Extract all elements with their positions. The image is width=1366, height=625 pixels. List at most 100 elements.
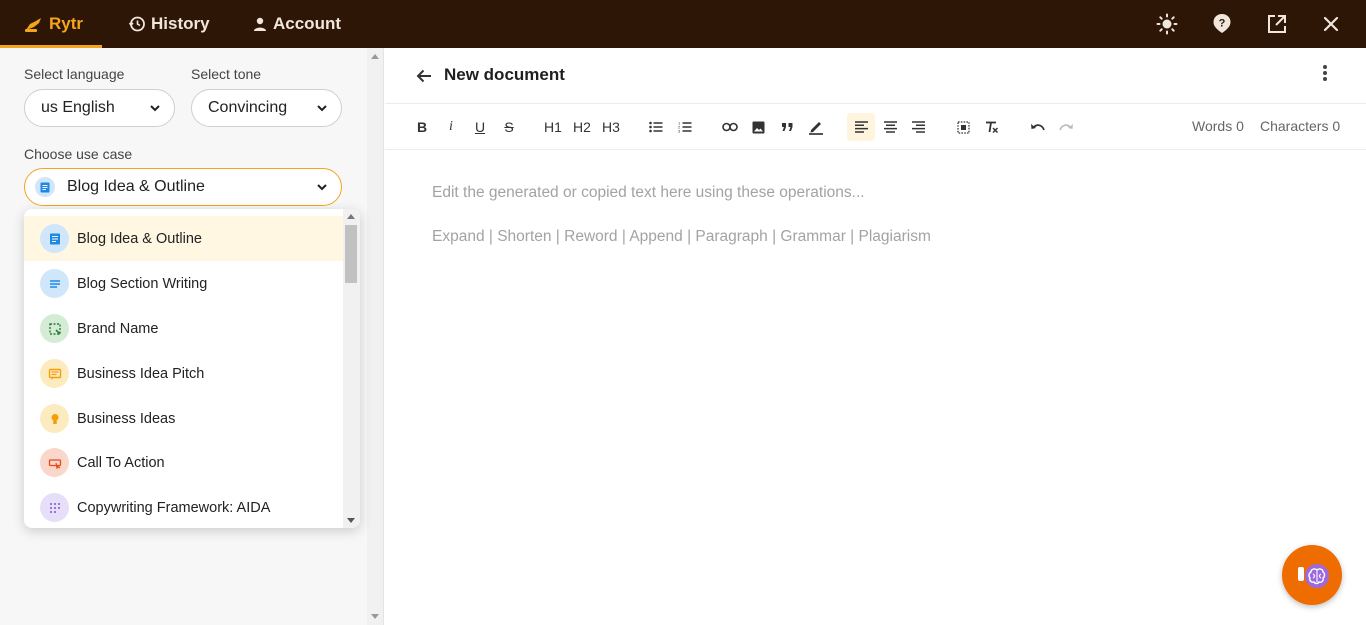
document-icon	[40, 224, 69, 253]
usecase-value: Blog Idea & Outline	[67, 178, 205, 195]
word-count: Words 0	[1192, 118, 1244, 134]
align-left-icon	[854, 121, 868, 133]
heading3-button[interactable]: H3	[599, 113, 623, 141]
usecase-select[interactable]: Blog Idea & Outline	[24, 168, 342, 206]
help-button[interactable]: ?	[1210, 12, 1234, 36]
more-vert-icon[interactable]	[1322, 64, 1328, 82]
tab-label: Rytr	[49, 14, 84, 33]
image-icon	[752, 121, 764, 133]
list-item-copywriting-aida[interactable]: Copywriting Framework: AIDA	[24, 485, 343, 528]
heading1-button[interactable]: H1	[541, 113, 565, 141]
svg-text:?: ?	[1219, 18, 1226, 30]
close-button[interactable]	[1319, 12, 1343, 36]
scroll-down-arrow-icon[interactable]	[371, 614, 379, 619]
underline-button[interactable]: U	[468, 113, 492, 141]
theme-toggle-button[interactable]	[1155, 12, 1179, 36]
tab-label: Account	[273, 14, 341, 33]
scroll-up-arrow-icon[interactable]	[347, 214, 355, 219]
top-navigation-bar: Rytr History Account ?	[0, 0, 1366, 48]
document-title[interactable]: New document	[444, 65, 565, 85]
open-external-icon	[1268, 15, 1286, 33]
tab-label: History	[151, 14, 210, 33]
list-item-blog-idea-outline[interactable]: Blog Idea & Outline	[24, 216, 343, 261]
history-icon	[128, 16, 145, 32]
redo-button[interactable]	[1054, 113, 1078, 141]
chevron-down-icon	[317, 105, 327, 112]
highlight-color-button[interactable]	[804, 113, 828, 141]
tab-rytr[interactable]: Rytr	[0, 0, 102, 48]
blockquote-button[interactable]	[775, 113, 799, 141]
open-external-button[interactable]	[1265, 12, 1289, 36]
lightbulb-icon	[40, 404, 69, 433]
heading2-button[interactable]: H2	[570, 113, 594, 141]
language-value: us English	[41, 99, 115, 116]
usecase-dropdown-list: Blog Idea & Outline Blog Section Writing…	[24, 209, 360, 528]
redo-icon	[1058, 123, 1073, 130]
list-item-label: Business Ideas	[77, 410, 176, 427]
close-icon	[1323, 16, 1339, 32]
svg-text:3: 3	[678, 129, 681, 134]
select-all-icon	[956, 120, 970, 134]
editor-toolbar: B i U S H1 H2 H3 123 Words 0 Characters …	[385, 104, 1366, 150]
tab-account[interactable]: Account	[252, 0, 341, 48]
tone-label: Select tone	[191, 66, 262, 82]
editor-placeholder-line2[interactable]: Expand | Shorten | Reword | Append | Par…	[432, 228, 931, 246]
chevron-down-icon	[150, 105, 160, 112]
scroll-up-arrow-icon[interactable]	[371, 54, 379, 59]
list-item-business-ideas[interactable]: Business Ideas	[24, 396, 343, 441]
language-label: Select language	[24, 66, 125, 82]
undo-button[interactable]	[1025, 113, 1049, 141]
assistant-floating-button[interactable]	[1282, 545, 1342, 605]
scrollbar-thumb[interactable]	[345, 225, 357, 283]
link-icon	[722, 122, 738, 132]
align-center-button[interactable]	[878, 113, 902, 141]
align-center-icon	[883, 121, 897, 133]
insert-image-button[interactable]	[746, 113, 770, 141]
document-header: New document	[385, 48, 1366, 104]
quote-icon	[781, 123, 792, 131]
tone-select[interactable]: Convincing	[191, 89, 342, 127]
clear-format-icon	[986, 121, 999, 133]
grid-dots-icon	[40, 493, 69, 522]
strikethrough-button[interactable]: S	[497, 113, 521, 141]
language-select[interactable]: us English	[24, 89, 175, 127]
list-item-call-to-action[interactable]: Call To Action	[24, 440, 343, 485]
list-item-label: Brand Name	[77, 320, 159, 337]
italic-button[interactable]: i	[439, 113, 463, 141]
list-item-label: Blog Section Writing	[77, 275, 208, 292]
align-right-icon	[911, 121, 925, 133]
editor-placeholder-line1[interactable]: Edit the generated or copied text here u…	[432, 184, 865, 202]
back-arrow-icon[interactable]	[415, 67, 433, 85]
align-left-button[interactable]	[847, 113, 875, 141]
scroll-down-arrow-icon[interactable]	[347, 518, 355, 523]
character-count: Characters 0	[1260, 118, 1341, 134]
theme-sun-icon	[1156, 13, 1178, 35]
message-icon	[40, 359, 69, 388]
chevron-down-icon	[317, 184, 327, 191]
list-item-blog-section-writing[interactable]: Blog Section Writing	[24, 261, 343, 306]
insert-link-button[interactable]	[718, 113, 742, 141]
list-item-label: Call To Action	[77, 454, 165, 471]
bullet-list-button[interactable]	[644, 113, 668, 141]
bullet-list-icon	[649, 121, 663, 133]
numbered-list-icon: 123	[678, 121, 692, 133]
left-panel-scrollbar[interactable]	[367, 48, 383, 625]
list-item-brand-name[interactable]: Brand Name	[24, 306, 343, 351]
list-item-label: Blog Idea & Outline	[77, 230, 202, 247]
align-right-button[interactable]	[906, 113, 930, 141]
bold-button[interactable]: B	[410, 113, 434, 141]
brain-icon	[1298, 564, 1329, 588]
list-item-label: Business Idea Pitch	[77, 365, 205, 382]
dropdown-scrollbar[interactable]	[343, 209, 360, 528]
tab-history[interactable]: History	[128, 0, 210, 48]
document-icon	[35, 177, 55, 197]
cursor-click-icon	[40, 448, 69, 477]
lines-icon	[40, 269, 69, 298]
clear-format-button[interactable]	[980, 113, 1004, 141]
select-box-icon	[40, 314, 69, 343]
numbered-list-button[interactable]: 123	[673, 113, 697, 141]
select-all-button[interactable]	[951, 113, 975, 141]
list-item-label: Copywriting Framework: AIDA	[77, 499, 271, 516]
list-item-business-idea-pitch[interactable]: Business Idea Pitch	[24, 351, 343, 396]
account-icon	[254, 17, 266, 31]
